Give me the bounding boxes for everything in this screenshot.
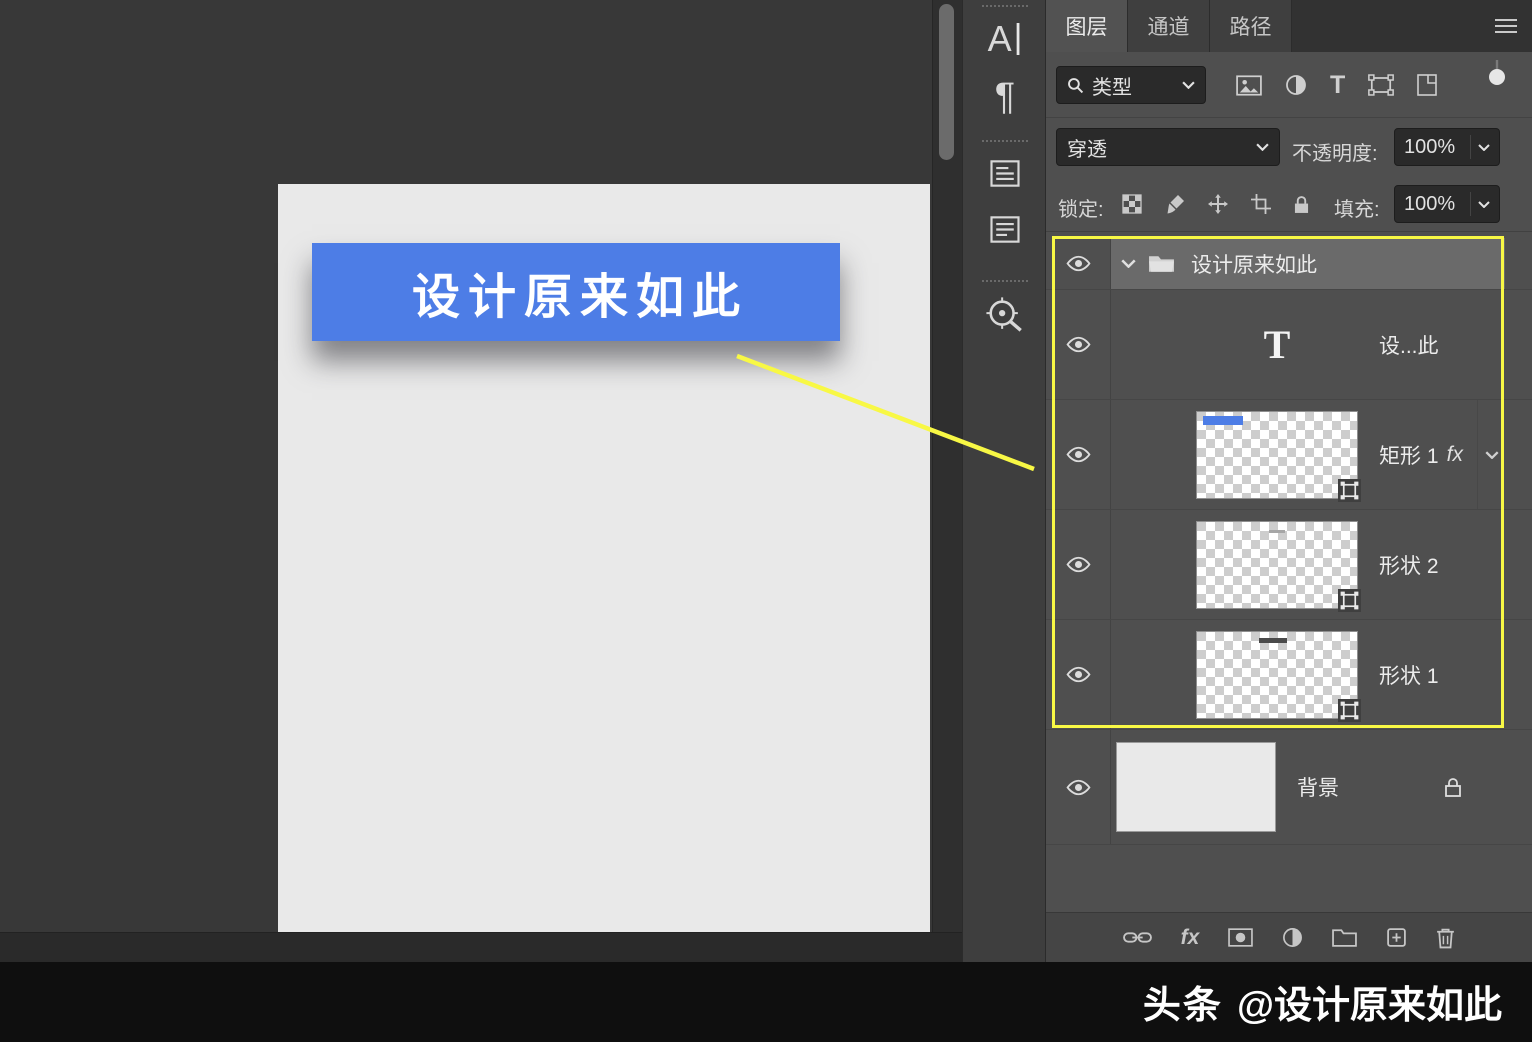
visibility-eye-icon[interactable] — [1046, 730, 1110, 844]
character-panel-icon[interactable]: A| — [963, 18, 1047, 60]
vector-mask-badge-icon — [1338, 699, 1361, 722]
adjustment-layer-icon[interactable] — [1282, 927, 1303, 948]
layer-name: 设计原来如此 — [1191, 249, 1317, 279]
opacity-value[interactable]: 100% — [1394, 128, 1500, 166]
chevron-down-icon — [1182, 81, 1195, 89]
paragraph-panel-icon[interactable]: ¶ — [963, 76, 1047, 119]
layer-name: 设...此 — [1379, 330, 1439, 360]
canvas-bottom-gutter — [0, 932, 962, 962]
tab-paths[interactable]: 路径 — [1210, 0, 1292, 52]
thumbnail-blue-shape — [1203, 416, 1243, 425]
filter-switch-toggle[interactable] — [1488, 58, 1506, 88]
new-group-folder-icon[interactable] — [1332, 928, 1357, 947]
filter-pixel-layers-icon[interactable] — [1236, 75, 1262, 96]
group-disclosure-chevron[interactable] — [1121, 259, 1136, 268]
layer-row-shape2[interactable]: 形状 2 — [1046, 510, 1532, 620]
layer-name: 背景 — [1297, 772, 1339, 802]
layer-row-rectangle[interactable]: 矩形 1 fx — [1046, 400, 1532, 510]
document-artboard[interactable]: 设计原来如此 — [278, 184, 930, 932]
lock-all-icon[interactable] — [1294, 195, 1309, 214]
blend-mode-select[interactable]: 穿透 — [1056, 128, 1280, 166]
delete-layer-trash-icon[interactable] — [1436, 927, 1455, 949]
layer-row-text[interactable]: T 设...此 — [1046, 290, 1532, 400]
folder-icon — [1148, 254, 1175, 273]
watermark-handle: @设计原来如此 — [1237, 974, 1502, 1029]
canvas-area[interactable]: 设计原来如此 — [0, 0, 932, 932]
layer-thumbnail[interactable] — [1197, 632, 1357, 718]
paragraph-styles-panel-icon[interactable] — [963, 216, 1047, 243]
chevron-down-icon — [1478, 144, 1490, 151]
layer-filter-row: 类型 T — [1046, 52, 1532, 118]
watermark-brand: 头条 — [1143, 974, 1223, 1029]
fill-label: 填充: — [1334, 193, 1380, 222]
vector-mask-badge-icon — [1338, 479, 1361, 502]
blend-opacity-row: 穿透 不透明度: 100% — [1046, 118, 1532, 176]
background-thumbnail[interactable] — [1117, 743, 1275, 831]
thumbnail-shape-mark — [1259, 638, 1287, 643]
banner-rectangle: 设计原来如此 — [312, 243, 840, 341]
new-layer-icon[interactable] — [1386, 927, 1407, 948]
panel-dock-strip: A| ¶ — [962, 0, 1046, 962]
layer-name: 矩形 1 — [1379, 440, 1439, 470]
layers-panel: 图层 通道 路径 类型 — [1046, 0, 1532, 962]
filter-type-layers-icon[interactable]: T — [1330, 71, 1345, 100]
lock-pixels-brush-icon[interactable] — [1165, 194, 1185, 214]
fx-collapse-chevron[interactable] — [1477, 400, 1505, 509]
background-lock-icon[interactable] — [1445, 777, 1461, 797]
thumbnail-shape-mark — [1269, 530, 1285, 533]
layer-thumbnail[interactable] — [1197, 522, 1357, 608]
text-layer-thumbnail[interactable]: T — [1197, 290, 1357, 399]
visibility-eye-icon[interactable] — [1046, 290, 1110, 399]
layer-style-fx-icon[interactable]: fx — [1181, 926, 1200, 950]
panel-tabbar: 图层 通道 路径 — [1046, 0, 1532, 52]
layer-row-group[interactable]: 设计原来如此 — [1046, 238, 1532, 290]
tab-channels[interactable]: 通道 — [1128, 0, 1210, 52]
vector-mask-badge-icon — [1338, 589, 1361, 612]
lock-fill-row: 锁定: 填充: 100% — [1046, 176, 1532, 232]
tab-layers[interactable]: 图层 — [1046, 0, 1128, 52]
lock-position-move-icon[interactable] — [1208, 194, 1228, 214]
layer-fx-label[interactable]: fx — [1447, 443, 1463, 467]
banner-text: 设计原来如此 — [404, 257, 748, 327]
chevron-down-icon — [1256, 143, 1269, 151]
layer-row-background[interactable]: 背景 — [1046, 730, 1532, 845]
link-layers-icon[interactable] — [1123, 930, 1152, 945]
dock-grip — [982, 140, 1028, 142]
layer-row-shape1[interactable]: 形状 1 — [1046, 620, 1532, 730]
canvas-vertical-scrollbar[interactable] — [932, 0, 962, 932]
visibility-eye-icon[interactable] — [1046, 400, 1110, 509]
visibility-eye-icon[interactable] — [1046, 238, 1110, 289]
character-styles-panel-icon[interactable] — [963, 160, 1047, 187]
filter-shape-layers-icon[interactable] — [1368, 74, 1394, 96]
dock-grip — [982, 5, 1028, 7]
filter-smart-objects-icon[interactable] — [1417, 74, 1437, 96]
search-icon — [1067, 77, 1084, 94]
add-mask-icon[interactable] — [1228, 928, 1253, 947]
photoshop-window: 设计原来如此 A| ¶ 图层 通道 路径 — [0, 0, 1532, 1042]
opacity-label: 不透明度: — [1292, 137, 1378, 166]
clone-source-panel-icon[interactable] — [963, 296, 1047, 336]
visibility-eye-icon[interactable] — [1046, 620, 1110, 729]
dock-grip — [982, 280, 1028, 282]
lock-label: 锁定: — [1058, 193, 1104, 222]
layer-thumbnail[interactable] — [1197, 412, 1357, 498]
layer-name: 形状 2 — [1379, 550, 1439, 580]
lock-artboard-icon[interactable] — [1251, 194, 1271, 214]
filter-type-select[interactable]: 类型 — [1056, 66, 1206, 104]
bottom-bar: 头条 @设计原来如此 — [0, 962, 1532, 1042]
fill-value[interactable]: 100% — [1394, 185, 1500, 223]
layer-name: 形状 1 — [1379, 660, 1439, 690]
layers-panel-toolbar: fx — [1046, 912, 1532, 962]
lock-transparency-icon[interactable] — [1122, 194, 1142, 214]
visibility-eye-icon[interactable] — [1046, 510, 1110, 619]
panel-menu-icon[interactable] — [1494, 18, 1518, 34]
chevron-down-icon — [1478, 201, 1490, 208]
filter-adjustment-layers-icon[interactable] — [1285, 74, 1307, 96]
scrollbar-thumb[interactable] — [939, 4, 954, 160]
watermark: 头条 @设计原来如此 — [1143, 974, 1502, 1029]
